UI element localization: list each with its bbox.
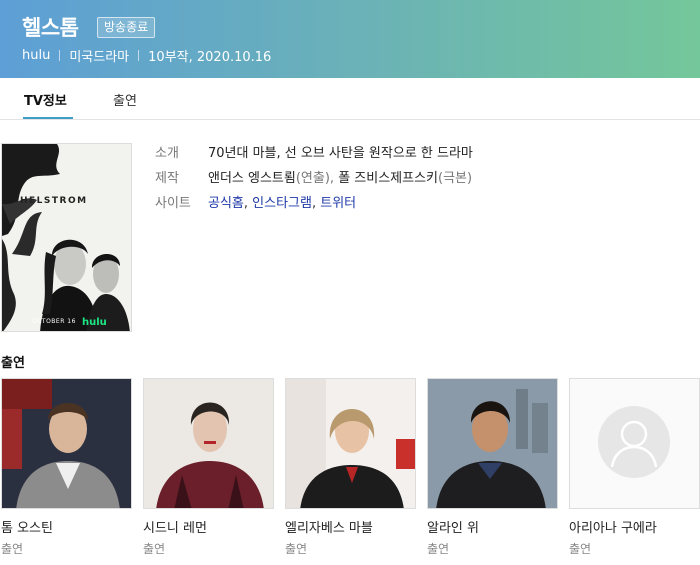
cast-card[interactable]: 톰 오스틴 출연 xyxy=(1,378,132,556)
director-role: (연출), xyxy=(295,171,335,186)
cast-photo-image xyxy=(2,379,131,508)
cast-card[interactable]: 엘리자베스 마블 출연 xyxy=(285,378,416,556)
meta-divider xyxy=(138,50,140,61)
cast-role: 출연 xyxy=(143,542,166,556)
cast-card[interactable]: 아리아나 구에라 출연 xyxy=(569,378,700,556)
episodes-date-label: 10부작, 2020.10.16 xyxy=(148,50,272,65)
show-title: 헬스톰 xyxy=(22,16,79,40)
production-value: 앤더스 엥스트룀(연출), 폴 즈비스제프스키(극본) xyxy=(208,167,472,186)
cast-photo[interactable] xyxy=(569,378,700,509)
cast-name[interactable]: 엘리자베스 마블 xyxy=(285,517,373,536)
cast-name[interactable]: 알라인 위 xyxy=(427,517,479,536)
production-label: 제작 xyxy=(155,171,179,186)
intro-value: 70년대 마블, 선 오브 사탄을 원작으로 한 드라마 xyxy=(208,146,473,161)
site-label: 사이트 xyxy=(155,196,191,211)
cast-role: 출연 xyxy=(427,542,450,556)
cast-role: 출연 xyxy=(569,542,592,556)
tab-bar: TV정보 출연 xyxy=(0,78,700,120)
cast-name[interactable]: 아리아나 구에라 xyxy=(569,517,657,536)
info-row-intro: 소개 70년대 마블, 선 오브 사탄을 원작으로 한 드라마 xyxy=(155,142,473,161)
site-link-instagram[interactable]: 인스타그램 xyxy=(252,196,312,211)
default-profile-icon xyxy=(570,379,699,508)
cast-photo[interactable] xyxy=(1,378,132,509)
header-banner: 헬스톰 방송종료 hulu 미국드라마 10부작, 2020.10.16 xyxy=(0,0,700,78)
show-meta: hulu 미국드라마 10부작, 2020.10.16 xyxy=(22,46,271,65)
intro-label: 소개 xyxy=(155,146,179,161)
cast-name[interactable]: 톰 오스틴 xyxy=(1,517,53,536)
tab-cast[interactable]: 출연 xyxy=(113,90,137,109)
poster-artwork xyxy=(2,144,131,331)
cast-photo-image xyxy=(286,379,415,508)
cast-card[interactable]: 시드니 레먼 출연 xyxy=(143,378,274,556)
site-separator: , xyxy=(311,196,317,211)
cast-role: 출연 xyxy=(1,542,24,556)
status-badge: 방송종료 xyxy=(97,17,156,38)
cast-photo[interactable] xyxy=(143,378,274,509)
hulu-logo: hulu xyxy=(82,317,107,328)
cast-role: 출연 xyxy=(285,542,308,556)
network-label: hulu xyxy=(22,48,51,63)
poster-date-text: OCTOBER 16 xyxy=(32,318,76,325)
poster-title-text: HELSTROM xyxy=(20,196,88,206)
tab-tv-info[interactable]: TV정보 xyxy=(24,90,67,109)
writer-name[interactable]: 폴 즈비스제프스키 xyxy=(338,171,438,186)
info-row-production: 제작 앤더스 엥스트룀(연출), 폴 즈비스제프스키(극본) xyxy=(155,167,472,186)
site-link-twitter[interactable]: 트위터 xyxy=(320,196,356,211)
writer-role: (극본) xyxy=(438,171,473,186)
cast-section-title: 출연 xyxy=(1,356,25,371)
genre-label: 미국드라마 xyxy=(69,50,130,65)
cast-photo[interactable] xyxy=(285,378,416,509)
meta-divider xyxy=(59,50,61,61)
cast-name[interactable]: 시드니 레먼 xyxy=(143,517,207,536)
cast-photo-image xyxy=(144,379,273,508)
active-tab-indicator xyxy=(23,117,73,119)
info-row-sites: 사이트 공식홈, 인스타그램, 트위터 xyxy=(155,192,356,211)
site-link-official[interactable]: 공식홈 xyxy=(208,196,244,211)
cast-card[interactable]: 알라인 위 출연 xyxy=(427,378,558,556)
cast-photo-image xyxy=(428,379,557,508)
cast-photo[interactable] xyxy=(427,378,558,509)
site-links: 공식홈, 인스타그램, 트위터 xyxy=(208,192,356,211)
site-separator: , xyxy=(243,196,249,211)
director-name[interactable]: 앤더스 엥스트룀 xyxy=(208,171,296,186)
show-poster[interactable]: HELSTROM OCTOBER 16 hulu xyxy=(1,143,132,332)
